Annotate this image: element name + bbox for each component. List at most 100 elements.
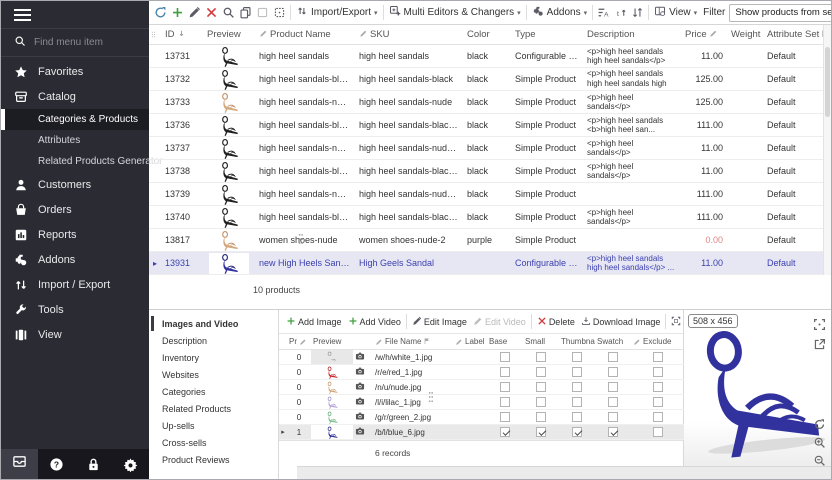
checkbox[interactable] xyxy=(500,367,510,377)
column-header-attribute-set-name[interactable]: Attribute Set Name xyxy=(763,29,825,40)
checkbox[interactable] xyxy=(653,367,663,377)
column-header-file-name[interactable]: File Name xyxy=(373,337,453,347)
column-header-exclude[interactable]: Exclude xyxy=(631,337,684,346)
checkbox[interactable] xyxy=(653,352,663,362)
checkbox[interactable] xyxy=(536,412,546,422)
checkbox[interactable] xyxy=(608,412,618,422)
rotate-icon[interactable] xyxy=(813,418,826,431)
search-button[interactable] xyxy=(220,4,237,21)
column-header-base[interactable]: Base xyxy=(487,337,523,346)
checkbox[interactable] xyxy=(572,382,582,392)
product-row-13739[interactable]: 13739 high heel sandals-nude-37high heel… xyxy=(149,183,825,206)
checkbox[interactable] xyxy=(536,367,546,377)
sidebar-item-tools[interactable]: Tools xyxy=(1,297,149,322)
product-row-13736[interactable]: 13736 high heel sandals-black-36high hee… xyxy=(149,114,825,137)
checkbox[interactable] xyxy=(608,367,618,377)
menu-search-input[interactable] xyxy=(34,37,134,48)
checkbox[interactable] xyxy=(608,397,618,407)
copy-button[interactable] xyxy=(237,4,254,21)
help-icon[interactable]: ? xyxy=(38,457,75,472)
refresh-button[interactable] xyxy=(152,4,169,21)
zoom-in-icon[interactable] xyxy=(813,436,826,449)
checkbox[interactable] xyxy=(572,367,582,377)
tab-product-reviews[interactable]: Product Reviews xyxy=(149,451,278,468)
sidebar-item-import-export[interactable]: Import / Export xyxy=(1,272,149,297)
column-header-description[interactable]: Description xyxy=(583,29,681,40)
image-row-g-r-green-2-jpg[interactable]: 0 /g/r/green_2.jpg xyxy=(279,410,684,425)
image-row-w-h-white-1-jpg[interactable]: 0 /w/h/white_1.jpg xyxy=(279,350,684,365)
column-header-thumbna[interactable]: Thumbna xyxy=(559,337,595,346)
tab-cross-sells[interactable]: Cross-sells xyxy=(149,434,278,451)
column-header-pr[interactable]: Pr xyxy=(287,337,311,346)
checkbox[interactable] xyxy=(500,352,510,362)
checkbox[interactable] xyxy=(572,427,582,437)
tab-inventory[interactable]: Inventory xyxy=(149,349,278,366)
edit-image-button[interactable]: Edit Image xyxy=(409,314,470,330)
vertical-scrollbar[interactable] xyxy=(823,25,831,275)
column-header-color[interactable]: Color xyxy=(463,29,511,40)
splitter-grip[interactable] xyxy=(298,231,303,247)
checkbox[interactable] xyxy=(653,427,663,437)
product-row-13731[interactable]: 13731 high heel sandalshigh heel sandals… xyxy=(149,45,825,68)
checkbox[interactable] xyxy=(608,427,618,437)
fit-screen-icon[interactable] xyxy=(813,318,826,331)
checkbox[interactable] xyxy=(653,397,663,407)
menu-button[interactable] xyxy=(1,1,149,29)
checkbox[interactable] xyxy=(536,427,546,437)
add-image-button[interactable]: Add Image xyxy=(283,314,345,330)
checkbox[interactable] xyxy=(500,427,510,437)
image-row-n-u-nude-jpg[interactable]: 0 /n/u/nude.jpg xyxy=(279,380,684,395)
column-header-weight[interactable]: Weight xyxy=(727,29,763,40)
image-row-b-l-blue-6-jpg[interactable]: ▸1 /b/l/blue_6.jpg xyxy=(279,425,684,440)
sidebar-item-favorites[interactable]: Favorites xyxy=(1,59,149,84)
tab-related-products[interactable]: Related Products xyxy=(149,400,278,417)
tab-websites[interactable]: Websites xyxy=(149,366,278,383)
delete-button[interactable]: Delete xyxy=(534,314,578,330)
view-menu[interactable]: View ▾ xyxy=(651,3,700,22)
paste-button[interactable] xyxy=(271,4,288,21)
image-row-l-i-lilac-1-jpg[interactable]: 0 /l/i/lilac_1.jpg xyxy=(279,395,684,410)
column-header-sku[interactable]: SKU xyxy=(355,29,463,41)
sidebar-item-orders[interactable]: Orders xyxy=(1,197,149,222)
multi-editors-changers-menu[interactable]: Multi Editors & Changers▾ xyxy=(386,3,524,22)
tab-categories[interactable]: Categories xyxy=(149,383,278,400)
product-row-13738[interactable]: 13738 high heel sandals-black-37high hee… xyxy=(149,160,825,183)
checkbox[interactable] xyxy=(608,382,618,392)
column-header-preview[interactable]: Preview xyxy=(203,29,255,40)
swap-icon[interactable] xyxy=(629,4,646,21)
checkbox[interactable] xyxy=(500,397,510,407)
sidebar-item-categories-products[interactable]: Categories & Products xyxy=(1,109,149,130)
sidebar-item-catalog[interactable]: Catalog xyxy=(1,84,149,109)
column-header-label[interactable]: Label xyxy=(453,337,487,346)
sidebar-item-attributes[interactable]: Attributes xyxy=(1,130,149,151)
lock-icon[interactable] xyxy=(75,457,112,472)
addons-menu[interactable]: Addons▾ xyxy=(529,3,590,22)
tab-description[interactable]: Description xyxy=(149,332,278,349)
edit-video-button[interactable]: Edit Video xyxy=(470,314,529,330)
tab-up-sells[interactable]: Up-sells xyxy=(149,417,278,434)
checkbox[interactable] xyxy=(536,382,546,392)
checkbox[interactable] xyxy=(536,352,546,362)
checkbox[interactable] xyxy=(653,382,663,392)
column-header-small[interactable]: Small xyxy=(523,337,559,346)
open-external-icon[interactable] xyxy=(813,338,826,351)
scrollbar-thumb[interactable] xyxy=(825,47,830,117)
product-row-13740[interactable]: 13740 high heel sandals-black-38high hee… xyxy=(149,206,825,229)
store-button[interactable] xyxy=(1,449,38,479)
checkbox[interactable] xyxy=(572,397,582,407)
edit-product-button[interactable] xyxy=(186,4,203,21)
checkbox[interactable] xyxy=(536,397,546,407)
product-row-13737[interactable]: 13737 high heel sandals-nude-36high heel… xyxy=(149,137,825,160)
checkbox[interactable] xyxy=(572,412,582,422)
product-row-13817[interactable]: 13817 women shoes-nudewomen shoes-nude-2… xyxy=(149,229,825,252)
image-row-r-e-red-1-jpg[interactable]: 0 /r/e/red_1.jpg xyxy=(279,365,684,380)
select-button[interactable] xyxy=(254,4,271,21)
splitter-grip[interactable] xyxy=(428,389,433,405)
checkbox[interactable] xyxy=(500,412,510,422)
sidebar-item-reports[interactable]: Reports xyxy=(1,222,149,247)
sidebar-item-customers[interactable]: Customers xyxy=(1,172,149,197)
checkbox[interactable] xyxy=(653,412,663,422)
sidebar-item-view[interactable]: View xyxy=(1,322,149,347)
product-row-13931[interactable]: ▸13931 new High Heels SandalsHigh Geels … xyxy=(149,252,825,275)
gear-icon[interactable] xyxy=(112,457,149,472)
